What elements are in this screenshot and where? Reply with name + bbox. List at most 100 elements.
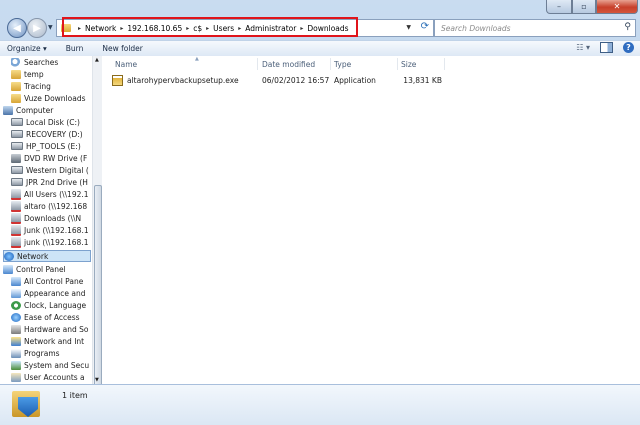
chevron-right-icon[interactable]: ▸ bbox=[78, 25, 81, 32]
scrollbar-thumb[interactable] bbox=[94, 185, 102, 395]
details-pane: 1 item bbox=[0, 384, 640, 425]
breadcrumb-administrator[interactable]: Administrator bbox=[245, 24, 296, 33]
sidebar-item-hp-tools-e[interactable]: HP_TOOLS (E:) bbox=[11, 140, 88, 152]
sidebar-item-altaro-192-168[interactable]: altaro (\\192.168 bbox=[11, 200, 88, 212]
chevron-right-icon[interactable]: ▸ bbox=[300, 25, 303, 32]
sidebar-item-network[interactable]: Network bbox=[3, 250, 91, 262]
drive-icon bbox=[11, 130, 23, 138]
navigation-scrollbar[interactable]: ▲ ▼ bbox=[92, 56, 102, 395]
search-input[interactable]: Search Downloads bbox=[441, 24, 511, 33]
chevron-right-icon[interactable]: ▸ bbox=[186, 25, 189, 32]
breadcrumb-network[interactable]: Network bbox=[85, 24, 116, 33]
sidebar-item-user-accounts-a[interactable]: User Accounts a bbox=[11, 371, 88, 383]
sidebar-item-tracing[interactable]: Tracing bbox=[11, 80, 88, 92]
breadcrumb-downloads[interactable]: Downloads bbox=[307, 24, 348, 33]
forward-arrow-icon: ▶ bbox=[33, 22, 41, 34]
sidebar-item-appearance-and[interactable]: Appearance and bbox=[11, 287, 88, 299]
sidebar-item-recovery-d[interactable]: RECOVERY (D:) bbox=[11, 128, 88, 140]
breadcrumb-host[interactable]: 192.168.10.65 bbox=[127, 24, 182, 33]
sidebar-item-junk-192-168-1[interactable]: Junk (\\192.168.1 bbox=[11, 224, 89, 236]
forward-button[interactable]: ▶ bbox=[27, 18, 47, 38]
drive-icon bbox=[11, 142, 23, 150]
column-divider[interactable] bbox=[257, 58, 258, 70]
sidebar-item-local-disk-c[interactable]: Local Disk (C:) bbox=[11, 116, 88, 128]
sidebar-item-hardware-and-so[interactable]: Hardware and So bbox=[11, 323, 88, 335]
sidebar-item-network-and-int[interactable]: Network and Int bbox=[11, 335, 88, 347]
sidebar-item-label: Computer bbox=[16, 105, 54, 115]
sidebar-item-all-users-192-1[interactable]: All Users (\\192.1 bbox=[11, 188, 89, 200]
sidebar-item-label: DVD RW Drive (F bbox=[24, 153, 88, 163]
burn-button[interactable]: Burn bbox=[66, 44, 84, 53]
explorer-window: – ▫ ✕ ◀ ▶ ▼ ▸ Network ▸ 192.168.10.65 ▸ … bbox=[0, 0, 640, 425]
sidebar-item-label: User Accounts a bbox=[24, 372, 85, 382]
sidebar-item-label: temp bbox=[24, 69, 44, 79]
dvd-icon bbox=[11, 153, 21, 163]
chevron-right-icon[interactable]: ▸ bbox=[206, 25, 209, 32]
sidebar-item-dvd-rw-drive-f[interactable]: DVD RW Drive (F bbox=[11, 152, 88, 164]
search-icon[interactable]: ⚲ bbox=[624, 22, 631, 32]
breadcrumb-share[interactable]: c$ bbox=[193, 24, 202, 33]
system-security-icon bbox=[11, 360, 21, 370]
file-date: 06/02/2012 16:57 bbox=[262, 76, 330, 85]
file-name-cell[interactable]: altarohypervbackupsetup.exe bbox=[112, 75, 239, 86]
sidebar-item-label: HP_TOOLS (E:) bbox=[26, 141, 81, 151]
sidebar-item-label: RECOVERY (D:) bbox=[26, 129, 83, 139]
change-view-icon[interactable]: ☷ ▾ bbox=[576, 43, 590, 52]
sidebar-item-temp[interactable]: temp bbox=[11, 68, 88, 80]
view-controls: ☷ ▾ ? bbox=[576, 42, 634, 53]
minimize-button[interactable]: – bbox=[546, 0, 572, 14]
sidebar-item-jpr-2nd-drive-h[interactable]: JPR 2nd Drive (H bbox=[11, 176, 88, 188]
control-panel-icon bbox=[11, 276, 21, 286]
column-divider[interactable] bbox=[330, 58, 331, 70]
new-folder-button[interactable]: New folder bbox=[102, 44, 143, 53]
scroll-up-icon[interactable]: ▲ bbox=[95, 57, 99, 63]
sidebar-item-label: Programs bbox=[24, 348, 60, 358]
sidebar-item-label: All Users (\\192.1 bbox=[24, 189, 89, 199]
sidebar-item-vuze-downloads[interactable]: Vuze Downloads bbox=[11, 92, 88, 104]
close-button[interactable]: ✕ bbox=[596, 0, 638, 14]
breadcrumb-users[interactable]: Users bbox=[213, 24, 234, 33]
sidebar-item-system-and-secu[interactable]: System and Secu bbox=[11, 359, 89, 371]
hardware-icon bbox=[11, 324, 21, 334]
address-bar[interactable]: ▸ Network ▸ 192.168.10.65 ▸ c$ ▸ Users ▸… bbox=[56, 19, 434, 37]
column-header-date[interactable]: Date modified bbox=[262, 57, 315, 71]
sidebar-item-label: All Control Pane bbox=[24, 276, 84, 286]
folder-icon bbox=[11, 69, 21, 79]
column-header-type[interactable]: Type bbox=[334, 57, 351, 71]
column-header-name[interactable]: Name ▲ bbox=[115, 56, 199, 71]
sidebar-item-all-control-pane[interactable]: All Control Pane bbox=[11, 275, 88, 287]
command-bar: Organize ▾ Burn New folder ☷ ▾ ? bbox=[0, 40, 640, 57]
refresh-icon[interactable]: ⟳ bbox=[421, 21, 429, 32]
sidebar-item-downloads-n[interactable]: Downloads (\\N bbox=[11, 212, 88, 224]
organize-button[interactable]: Organize ▾ bbox=[7, 44, 47, 53]
search-box[interactable]: Search Downloads ⚲ bbox=[434, 19, 636, 37]
address-history-dropdown[interactable]: ▼ bbox=[406, 24, 411, 31]
drive-icon bbox=[11, 118, 23, 126]
network-drive-icon bbox=[11, 188, 21, 200]
sidebar-item-programs[interactable]: Programs bbox=[11, 347, 88, 359]
sidebar-item-western-digital[interactable]: Western Digital ( bbox=[11, 164, 89, 176]
sidebar-item-clock-language[interactable]: Clock, Language bbox=[11, 299, 88, 311]
drive-icon bbox=[11, 178, 23, 186]
sidebar-item-ease-of-access[interactable]: Ease of Access bbox=[11, 311, 88, 323]
network-internet-icon bbox=[11, 336, 21, 346]
network-drive-icon bbox=[11, 200, 21, 212]
chevron-right-icon[interactable]: ▸ bbox=[120, 25, 123, 32]
preview-pane-icon[interactable] bbox=[600, 42, 613, 53]
help-icon[interactable]: ? bbox=[623, 42, 634, 53]
column-divider[interactable] bbox=[397, 58, 398, 70]
maximize-button[interactable]: ▫ bbox=[572, 0, 596, 14]
title-bar: – ▫ ✕ bbox=[0, 0, 640, 14]
scroll-down-icon[interactable]: ▼ bbox=[95, 377, 99, 383]
column-header-size[interactable]: Size bbox=[401, 57, 416, 71]
sidebar-item-label: Appearance and bbox=[24, 288, 86, 298]
sidebar-item-computer[interactable]: Computer bbox=[3, 104, 88, 116]
back-button[interactable]: ◀ bbox=[7, 18, 27, 38]
sidebar-item-junk-192-168-1[interactable]: junk (\\192.168.1 bbox=[11, 236, 88, 248]
recent-pages-dropdown[interactable]: ▼ bbox=[48, 24, 53, 31]
sidebar-item-searches[interactable]: Searches bbox=[11, 56, 88, 68]
chevron-right-icon[interactable]: ▸ bbox=[238, 25, 241, 32]
sidebar-item-control-panel[interactable]: Control Panel bbox=[3, 263, 88, 275]
column-divider[interactable] bbox=[444, 58, 445, 70]
search-folder-icon bbox=[11, 57, 21, 67]
